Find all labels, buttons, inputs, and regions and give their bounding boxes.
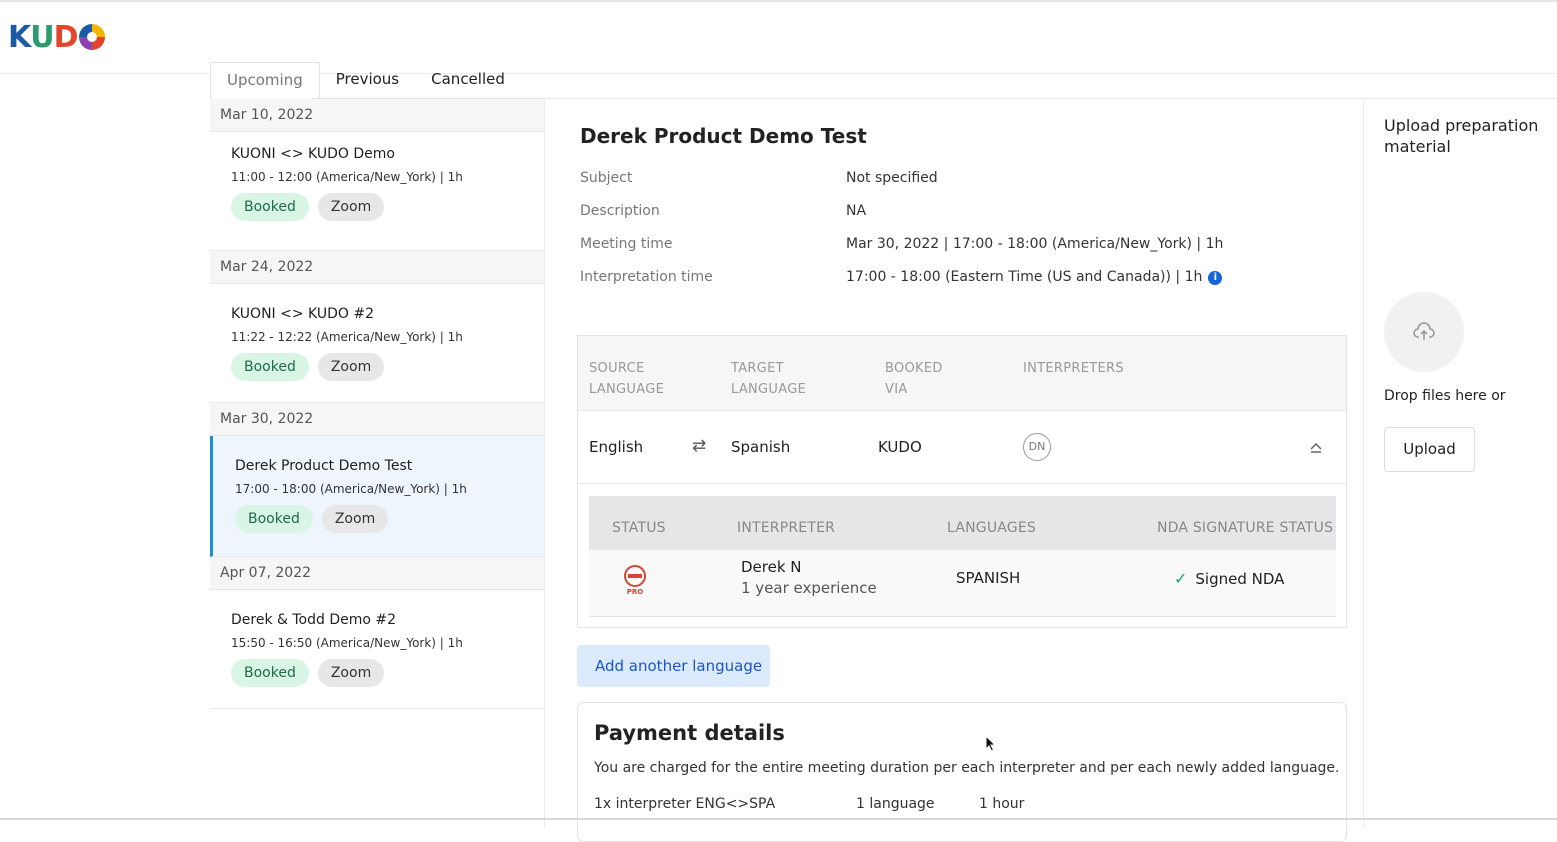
- upload-dropzone[interactable]: [1384, 292, 1464, 372]
- meeting-title: KUONI <> KUDO #2: [231, 306, 374, 322]
- meeting-time-value: Mar 30, 2022 | 17:00 - 18:00 (America/Ne…: [846, 236, 1224, 252]
- meeting-list-item[interactable]: Derek & Todd Demo #2 15:50 - 16:50 (Amer…: [210, 590, 544, 709]
- interpreter-header: INTERPRETER: [737, 520, 836, 536]
- tab-cancelled[interactable]: Cancelled: [415, 62, 521, 99]
- platform-badge: Zoom: [317, 353, 385, 381]
- languages-header: LANGUAGES: [947, 520, 1036, 536]
- payment-duration: 1 hour: [979, 796, 1025, 812]
- page-title: Derek Product Demo Test: [580, 124, 867, 148]
- pro-badge-icon: PRO: [624, 565, 646, 596]
- meeting-title: Derek & Todd Demo #2: [231, 612, 397, 628]
- meeting-detail: Derek Product Demo Test Subject Not spec…: [546, 99, 1362, 842]
- interpreter-language: SPANISH: [956, 569, 1021, 587]
- drop-files-text: Drop files here or: [1384, 388, 1506, 404]
- meeting-title: Derek Product Demo Test: [235, 458, 413, 474]
- booked-via-header: BOOKED VIA: [885, 361, 943, 397]
- mouse-cursor-icon: [985, 735, 997, 752]
- payment-details: Payment details You are charged for the …: [577, 702, 1347, 842]
- interpreter-avatar[interactable]: DN: [1023, 433, 1051, 461]
- payment-languages: 1 language: [856, 796, 935, 812]
- check-icon: ✓: [1174, 569, 1188, 588]
- info-icon[interactable]: i: [1208, 271, 1223, 285]
- meeting-time: 11:22 - 12:22 (America/New_York) | 1h: [231, 330, 463, 344]
- platform-badge: Zoom: [317, 193, 385, 221]
- target-language-header: TARGET LANGUAGE: [731, 361, 807, 397]
- meeting-time-label: Meeting time: [580, 236, 673, 252]
- payment-description: You are charged for the entire meeting d…: [594, 760, 1340, 776]
- platform-badge: Zoom: [317, 659, 385, 687]
- booked-via: KUDO: [878, 438, 922, 456]
- subject-label: Subject: [580, 170, 633, 186]
- source-language: English: [589, 438, 644, 456]
- meeting-time: 17:00 - 18:00 (America/New_York) | 1h: [235, 482, 467, 496]
- platform-badge: Zoom: [321, 505, 389, 533]
- subject-value: Not specified: [846, 170, 938, 186]
- interpreter-table-header: STATUS INTERPRETER LANGUAGES NDA SIGNATU…: [589, 496, 1336, 550]
- meeting-list-item-selected[interactable]: Derek Product Demo Test 17:00 - 18:00 (A…: [210, 436, 544, 557]
- status-badge: Booked: [235, 505, 313, 533]
- upload-button[interactable]: Upload: [1384, 427, 1475, 472]
- language-table: SOURCE LANGUAGE TARGET LANGUAGE BOOKED VIA …: [577, 335, 1347, 628]
- add-language-button[interactable]: Add another language: [577, 645, 770, 687]
- status-badge: Booked: [231, 659, 309, 687]
- date-header: Apr 07, 2022: [210, 557, 544, 590]
- interpreter-name: Derek N: [741, 558, 802, 576]
- kudo-logo[interactable]: KUD: [8, 20, 105, 55]
- interpreter-experience: 1 year experience: [741, 579, 877, 597]
- language-table-header: SOURCE LANGUAGE TARGET LANGUAGE BOOKED VIA …: [578, 336, 1346, 411]
- upload-panel: Upload preparation material Drop files h…: [1363, 99, 1557, 829]
- status-badge: Booked: [231, 353, 309, 381]
- interpreter-row[interactable]: PRO Derek N 1 year experience SPANISH ✓ S…: [589, 550, 1336, 617]
- nda-status: ✓ Signed NDA: [1174, 569, 1285, 588]
- status-header: STATUS: [612, 520, 666, 536]
- description-label: Description: [580, 203, 660, 219]
- date-header: Mar 24, 2022: [210, 251, 544, 284]
- status-badge: Booked: [231, 193, 309, 221]
- nda-status-header: NDA SIGNATURE STATUS: [1157, 520, 1334, 536]
- source-language-header: SOURCE LANGUAGE: [589, 361, 665, 397]
- interpretation-time-value: 17:00 - 18:00 (Eastern Time (US and Cana…: [846, 269, 1203, 285]
- description-value: NA: [846, 203, 867, 219]
- bottom-edge: [0, 818, 1557, 820]
- interpretation-time-row: 17:00 - 18:00 (Eastern Time (US and Cana…: [846, 269, 1223, 285]
- interpretation-time-label: Interpretation time: [580, 269, 713, 285]
- language-row[interactable]: English ⇄ Spanish KUDO DN: [578, 411, 1346, 484]
- svg-text:PRO: PRO: [627, 588, 644, 596]
- tab-previous[interactable]: Previous: [320, 62, 415, 99]
- chevron-up-icon[interactable]: [1308, 439, 1324, 455]
- swap-icon: ⇄: [692, 436, 707, 456]
- target-language: Spanish: [731, 438, 791, 456]
- meeting-list-item[interactable]: KUONI <> KUDO #2 11:22 - 12:22 (America/…: [210, 284, 544, 403]
- cloud-upload-icon: [1413, 322, 1435, 340]
- payment-title: Payment details: [594, 721, 785, 745]
- payment-line-item: 1x interpreter ENG<>SPA: [594, 796, 776, 812]
- meeting-list: Mar 10, 2022 KUONI <> KUDO Demo 11:00 - …: [210, 99, 545, 829]
- tab-upcoming[interactable]: Upcoming: [210, 62, 320, 99]
- meeting-title: KUONI <> KUDO Demo: [231, 146, 395, 162]
- interpreters-header: INTERPRETERS: [1023, 361, 1124, 376]
- date-header: Mar 10, 2022: [210, 99, 544, 132]
- meeting-time: 11:00 - 12:00 (America/New_York) | 1h: [231, 170, 463, 184]
- meeting-tabs: Upcoming Previous Cancelled: [210, 62, 521, 99]
- meeting-time: 15:50 - 16:50 (America/New_York) | 1h: [231, 636, 463, 650]
- upload-title: Upload preparation material: [1384, 116, 1539, 156]
- date-header: Mar 30, 2022: [210, 403, 544, 436]
- meeting-list-item[interactable]: KUONI <> KUDO Demo 11:00 - 12:00 (Americ…: [210, 132, 544, 251]
- logo-o-mark: [78, 24, 105, 50]
- interpreter-table: STATUS INTERPRETER LANGUAGES NDA SIGNATU…: [589, 496, 1336, 617]
